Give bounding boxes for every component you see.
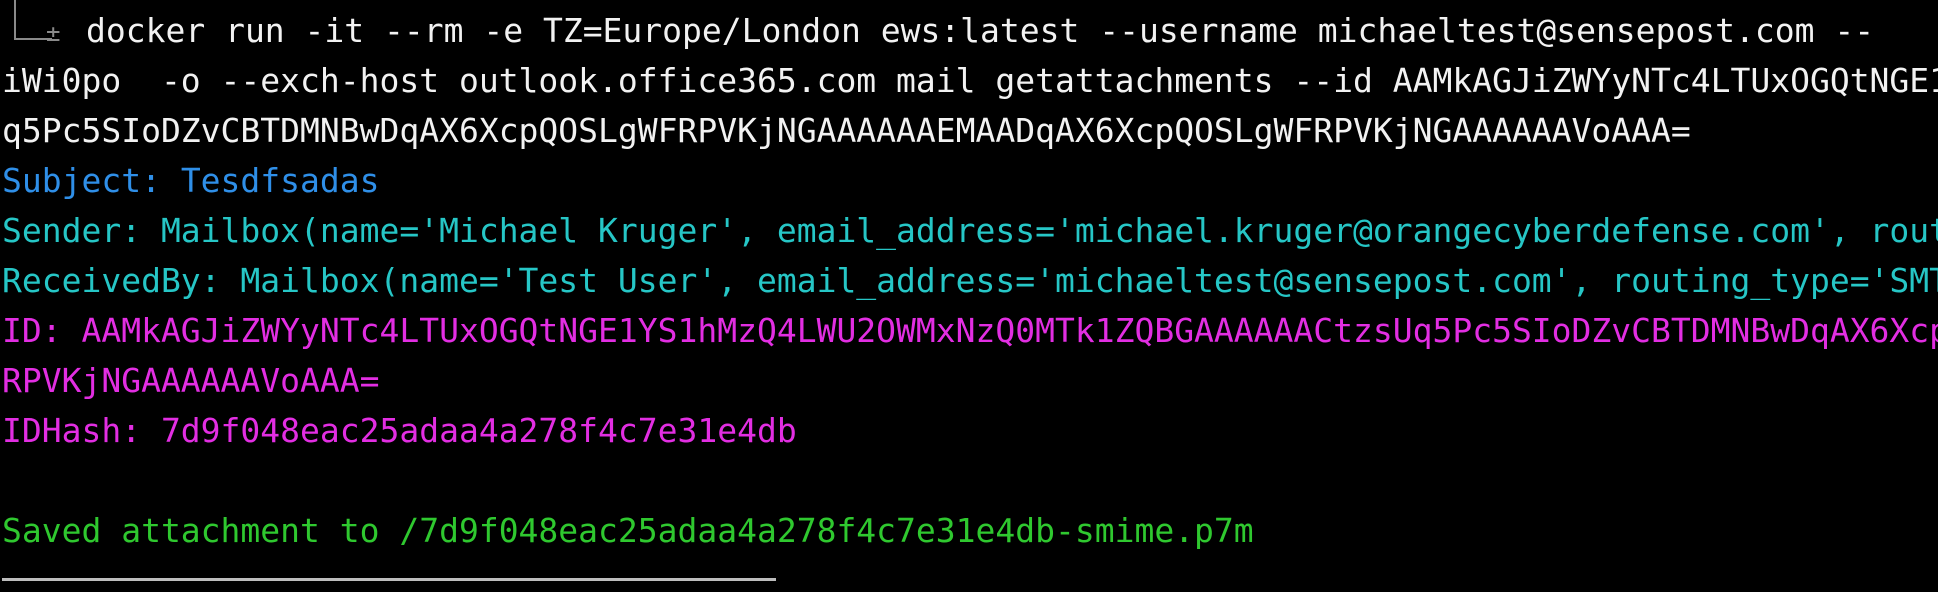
- id-line-2: RPVKjNGAAAAAAVoAAA=: [2, 361, 380, 400]
- terminal-window[interactable]: ± docker run -it --rm -e TZ=Europe/Londo…: [0, 0, 1938, 592]
- subject-line: Subject: Tesdfsadas: [2, 156, 380, 206]
- subject-label: Subject:: [2, 161, 181, 200]
- sender-line: Sender: Mailbox(name='Michael Kruger', e…: [2, 211, 1938, 250]
- saved-attachment-line: Saved attachment to /7d9f048eac25adaa4a2…: [2, 511, 1254, 550]
- idhash-line: IDHash: 7d9f048eac25adaa4a278f4c7e31e4db: [2, 411, 797, 450]
- prompt-symbol: ±: [46, 19, 61, 47]
- received-by-line: ReceivedBy: Mailbox(name='Test User', em…: [2, 261, 1938, 300]
- command-line-1: docker run -it --rm -e TZ=Europe/London …: [86, 11, 1875, 50]
- id-line-1: ID: AAMkAGJiZWYyNTc4LTUxOGQtNGE1YS1hMzQ4…: [2, 311, 1938, 350]
- subject-value: Tesdfsadas: [180, 161, 380, 200]
- command-line-2: iWi0po -o --exch-host outlook.office365.…: [2, 61, 1938, 100]
- command-line-3: q5Pc5SIoDZvCBTDMNBwDqAX6XcpQOSLgWFRPVKjN…: [2, 111, 1691, 150]
- prompt-separator: [2, 578, 776, 581]
